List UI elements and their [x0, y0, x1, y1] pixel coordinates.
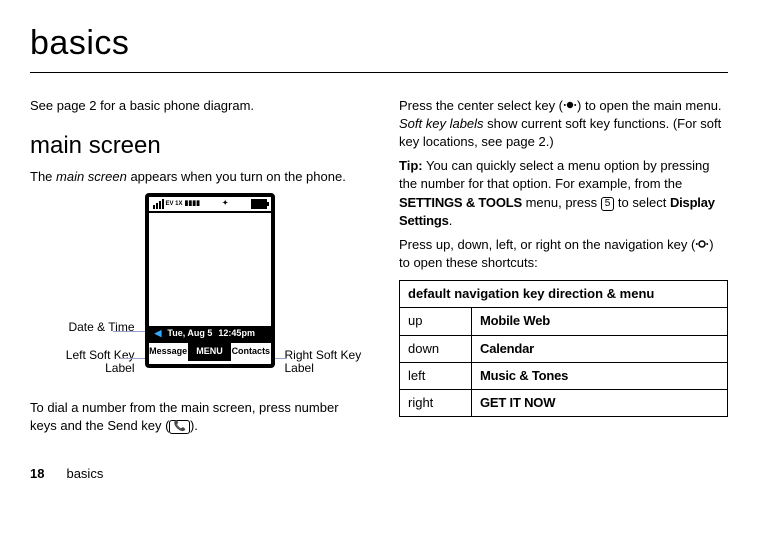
right-column: Press the center select key ( ) to open t… — [399, 91, 728, 441]
menu-cell: Mobile Web — [472, 308, 728, 335]
menu-cell: Music & Tones — [472, 362, 728, 389]
softkey-right: Contacts — [231, 343, 270, 361]
nav-key-paragraph: Press up, down, left, or right on the na… — [399, 236, 728, 272]
menu-cell: GET IT NOW — [472, 390, 728, 417]
nav-shortcuts-table: default navigation key direction & menu … — [399, 280, 728, 417]
footer-section: basics — [66, 466, 103, 481]
title-rule — [30, 72, 728, 73]
table-row: up Mobile Web — [400, 308, 728, 335]
phone-screen-body: ◀ Tue, Aug 5 12:45pm — [149, 213, 271, 341]
dir-cell: up — [400, 308, 472, 335]
tip-c: to select — [614, 195, 670, 210]
center-select-key-icon — [563, 98, 577, 112]
tip-menu-name: SETTINGS & TOOLS — [399, 195, 522, 210]
phone-diagram: Date & Time Left Soft Key Label Right So… — [35, 193, 355, 393]
send-key-icon: 📞 — [169, 420, 189, 434]
network-label: EV 1X — [166, 201, 183, 207]
table-row: down Calendar — [400, 335, 728, 362]
leader-line — [119, 358, 147, 359]
main-screen-description: The main screen appears when you turn on… — [30, 168, 359, 186]
tip-d: . — [449, 213, 453, 228]
navigation-key-icon — [695, 237, 709, 251]
p1-post: ) to open the main menu. — [577, 98, 722, 113]
dir-cell: right — [400, 390, 472, 417]
phone-frame: EV 1X ▮▮▮▮ ✦ ◀ Tue, Aug 5 12:45pm Messag… — [145, 193, 275, 368]
page-title: basics — [30, 20, 728, 68]
dir-cell: left — [400, 362, 472, 389]
page-number: 18 — [30, 466, 44, 481]
battery-icon — [251, 199, 267, 209]
desc-pre: The — [30, 169, 56, 184]
digit-5-key-icon: 5 — [601, 197, 615, 211]
callout-date-time: Date & Time — [35, 321, 135, 335]
left-column: See page 2 for a basic phone diagram. ma… — [30, 91, 359, 441]
p3-pre: Press up, down, left, or right on the na… — [399, 237, 695, 252]
menu-cell: Calendar — [472, 335, 728, 362]
arrow-left-icon: ◀ — [155, 327, 162, 340]
phone-status-bar: EV 1X ▮▮▮▮ ✦ — [149, 197, 271, 213]
section-heading-main-screen: main screen — [30, 129, 359, 163]
two-column-layout: See page 2 for a basic phone diagram. ma… — [30, 91, 728, 441]
tip-b: menu, press — [522, 195, 601, 210]
p1-ital: Soft key labels — [399, 116, 484, 131]
desc-ital: main screen — [56, 169, 127, 184]
page-footer: 18 basics — [30, 465, 728, 483]
tip-label: Tip: — [399, 158, 423, 173]
phone-time: 12:45pm — [218, 327, 255, 340]
desc-post: appears when you turn on the phone. — [127, 169, 346, 184]
p1-pre: Press the center select key ( — [399, 98, 563, 113]
table-row: left Music & Tones — [400, 362, 728, 389]
tip-a: You can quickly select a menu option by … — [399, 158, 710, 191]
phone-date-line: ◀ Tue, Aug 5 12:45pm — [149, 326, 271, 341]
phone-date: Tue, Aug 5 — [167, 327, 212, 340]
dial-instruction: To dial a number from the main screen, p… — [30, 399, 359, 435]
signal-bars-icon — [153, 199, 164, 209]
softkey-center: MENU — [188, 343, 231, 361]
center-key-paragraph: Press the center select key ( ) to open t… — [399, 97, 728, 152]
status-center-icon: ✦ — [222, 199, 228, 209]
phone-softkey-bar: Message MENU Contacts — [149, 341, 271, 361]
table-header: default navigation key direction & menu — [400, 281, 728, 308]
tip-paragraph: Tip: You can quickly select a menu optio… — [399, 157, 728, 230]
callout-right-softkey: Right Soft Key Label — [285, 349, 375, 377]
signal-cluster: EV 1X ▮▮▮▮ — [153, 199, 200, 209]
table-row: right GET IT NOW — [400, 390, 728, 417]
signal-strength-icon: ▮▮▮▮ — [185, 199, 200, 209]
intro-text: See page 2 for a basic phone diagram. — [30, 97, 359, 115]
dial-post: ). — [190, 418, 198, 433]
dir-cell: down — [400, 335, 472, 362]
callout-left-softkey: Left Soft Key Label — [35, 349, 135, 377]
softkey-left: Message — [149, 343, 188, 361]
